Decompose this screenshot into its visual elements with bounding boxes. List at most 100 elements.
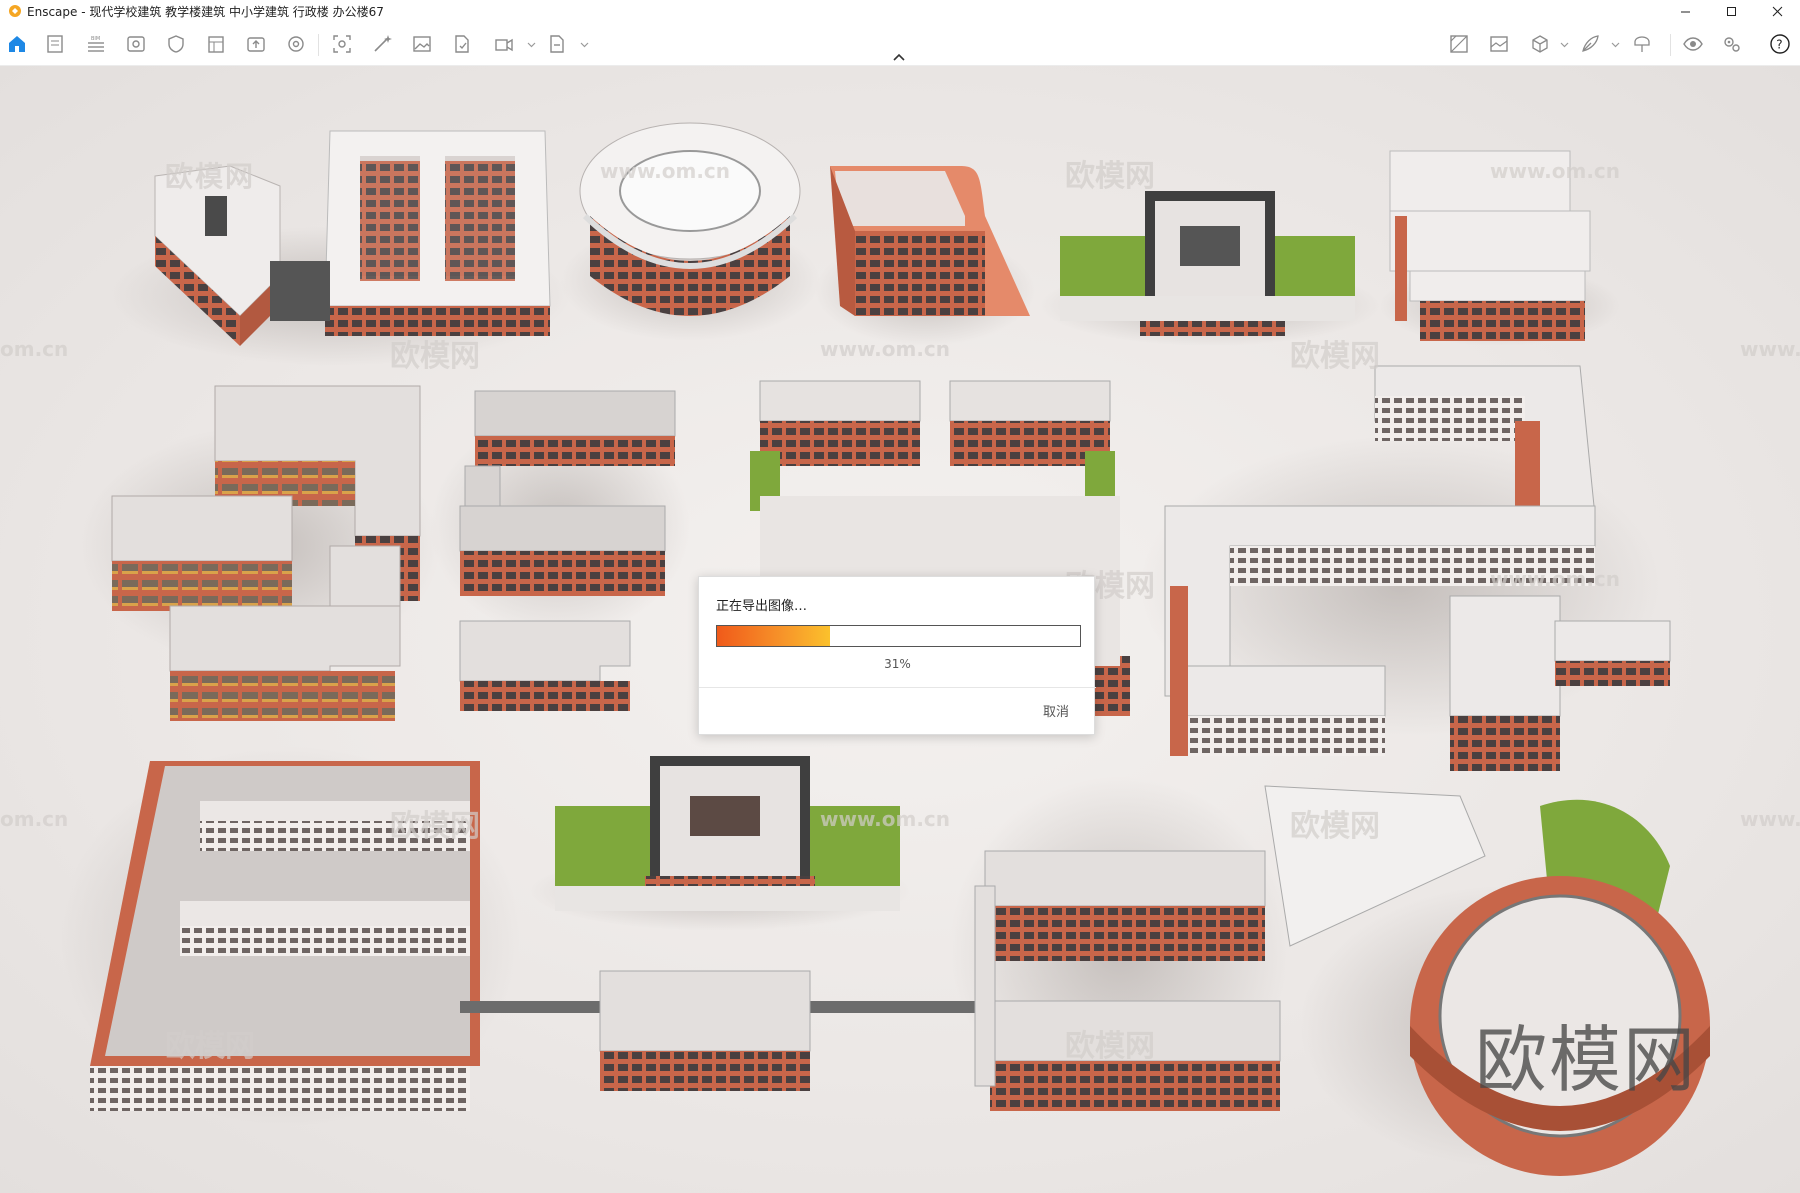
- export-progress-dialog: 正在导出图像… 31% 取消: [698, 576, 1096, 735]
- toolbar-separator: [318, 34, 319, 56]
- watermark: om.cn: [0, 807, 68, 831]
- file-export-button[interactable]: [450, 32, 474, 56]
- screenshot-button[interactable]: [330, 32, 354, 56]
- cube-icon: [1532, 35, 1548, 53]
- feather-icon: [1582, 35, 1599, 52]
- building-round: [560, 122, 820, 341]
- help-icon: ?: [1770, 34, 1790, 54]
- chevron-up-icon[interactable]: [892, 52, 906, 62]
- enscape-window: Enscape - 现代学校建筑 教学楼建筑 中小学建筑 行政楼 办公楼67 B…: [0, 0, 1800, 1193]
- watermark: 欧模网: [1290, 339, 1380, 374]
- dialog-title: 正在导出图像…: [716, 599, 808, 614]
- eye-button[interactable]: [1681, 32, 1705, 56]
- building-e-shaped-bottom-left: [60, 746, 980, 1126]
- maximize-icon: [1726, 6, 1736, 16]
- document-button[interactable]: [43, 32, 67, 56]
- building-small-right: [1449, 595, 1671, 771]
- watermark: www.om.cn: [1490, 159, 1620, 183]
- video-button[interactable]: [492, 32, 516, 56]
- progress-fill: [717, 626, 830, 646]
- big-watermark: 欧模网: [1475, 1018, 1698, 1102]
- minimize-button[interactable]: [1662, 0, 1708, 22]
- export-button[interactable]: [545, 32, 569, 56]
- enscape-logo-icon: [9, 5, 21, 17]
- eye-icon: [1683, 37, 1703, 51]
- render-viewport[interactable]: 欧模网 www.om.cn 欧模网 www.om.cn om.cn 欧模网 ww…: [0, 66, 1800, 1193]
- chevron-down-icon[interactable]: [580, 40, 589, 49]
- gears-button[interactable]: [1720, 32, 1744, 56]
- chevron-down-icon[interactable]: [1560, 40, 1569, 49]
- watermark: 欧模网: [390, 809, 480, 844]
- maximize-button[interactable]: [1708, 0, 1754, 22]
- home-icon: [9, 36, 25, 52]
- video-icon: [495, 38, 513, 52]
- watermark: om.cn: [0, 337, 68, 361]
- progress-bar: [716, 625, 1081, 647]
- building-long-courtyard-right: [1140, 365, 1660, 756]
- magic-button[interactable]: [370, 32, 394, 56]
- document-icon: [47, 35, 63, 53]
- chevron-down-icon[interactable]: [527, 40, 536, 49]
- building-admin-green-bottom: [530, 756, 910, 931]
- svg-text:BIM: BIM: [91, 36, 100, 42]
- library-icon: [208, 36, 224, 53]
- magic-icon: [374, 35, 392, 52]
- window-controls: [1662, 0, 1800, 22]
- panorama-button[interactable]: [1487, 32, 1511, 56]
- vr-button[interactable]: [1630, 32, 1654, 56]
- shield-icon: [168, 35, 184, 53]
- map-button[interactable]: [1447, 32, 1471, 56]
- watermark: 欧模网: [165, 160, 255, 193]
- minimize-icon: [1680, 11, 1690, 12]
- watermark: www.: [1740, 337, 1800, 361]
- watermark: www.: [1740, 807, 1800, 831]
- progress-percent-label: 31%: [884, 657, 911, 671]
- help-button[interactable]: ?: [1768, 32, 1792, 56]
- home-button[interactable]: [5, 32, 29, 56]
- view-icon: [127, 36, 145, 52]
- watermark: www.om.cn: [820, 337, 950, 361]
- settings-wheel-button[interactable]: [284, 32, 308, 56]
- close-icon: [1772, 6, 1782, 16]
- file-export-icon: [455, 35, 469, 53]
- settings-wheel-icon: [288, 36, 304, 52]
- building-sloped: [815, 166, 1035, 346]
- chevron-down-icon[interactable]: [1611, 40, 1620, 49]
- export-icon: [550, 35, 564, 53]
- watermark: 欧模网: [1065, 1029, 1155, 1064]
- window-title: Enscape - 现代学校建筑 教学楼建筑 中小学建筑 行政楼 办公楼67: [27, 4, 384, 19]
- watermark: 欧模网: [390, 339, 480, 374]
- upload-icon: [247, 37, 265, 52]
- building-l-shaped-left: [80, 385, 440, 721]
- bim-button[interactable]: BIM: [84, 32, 108, 56]
- toolbar-separator: [1670, 34, 1671, 56]
- library-button[interactable]: [204, 32, 228, 56]
- watermark: www.om.cn: [1490, 567, 1620, 591]
- cube-button[interactable]: [1528, 32, 1552, 56]
- vr-icon: [1634, 36, 1650, 52]
- image-icon: [413, 36, 431, 52]
- map-icon: [1450, 35, 1468, 53]
- watermark: www.om.cn: [820, 807, 950, 831]
- feather-button[interactable]: [1578, 32, 1602, 56]
- view-button[interactable]: [124, 32, 148, 56]
- cancel-button[interactable]: 取消: [1043, 701, 1069, 720]
- watermark: www.om.cn: [600, 159, 730, 183]
- title-bar: Enscape - 现代学校建筑 教学楼建筑 中小学建筑 行政楼 办公楼67: [0, 0, 1800, 22]
- bim-icon: BIM: [88, 36, 104, 52]
- shield-button[interactable]: [164, 32, 188, 56]
- image-button[interactable]: [410, 32, 434, 56]
- watermark: 欧模网: [1290, 809, 1380, 844]
- close-button[interactable]: [1754, 0, 1800, 22]
- svg-text:?: ?: [1776, 38, 1782, 52]
- watermark: 欧模网: [165, 1029, 255, 1064]
- gears-icon: [1724, 37, 1740, 52]
- panorama-icon: [1490, 36, 1508, 52]
- building-admin-green: [1040, 191, 1380, 346]
- dialog-divider: [699, 687, 1096, 688]
- building-u-shaped-center-left: [430, 390, 690, 711]
- upload-button[interactable]: [244, 32, 268, 56]
- watermark: 欧模网: [1065, 159, 1155, 194]
- building-stadium-round: [1264, 785, 1710, 1176]
- screenshot-icon: [333, 35, 351, 53]
